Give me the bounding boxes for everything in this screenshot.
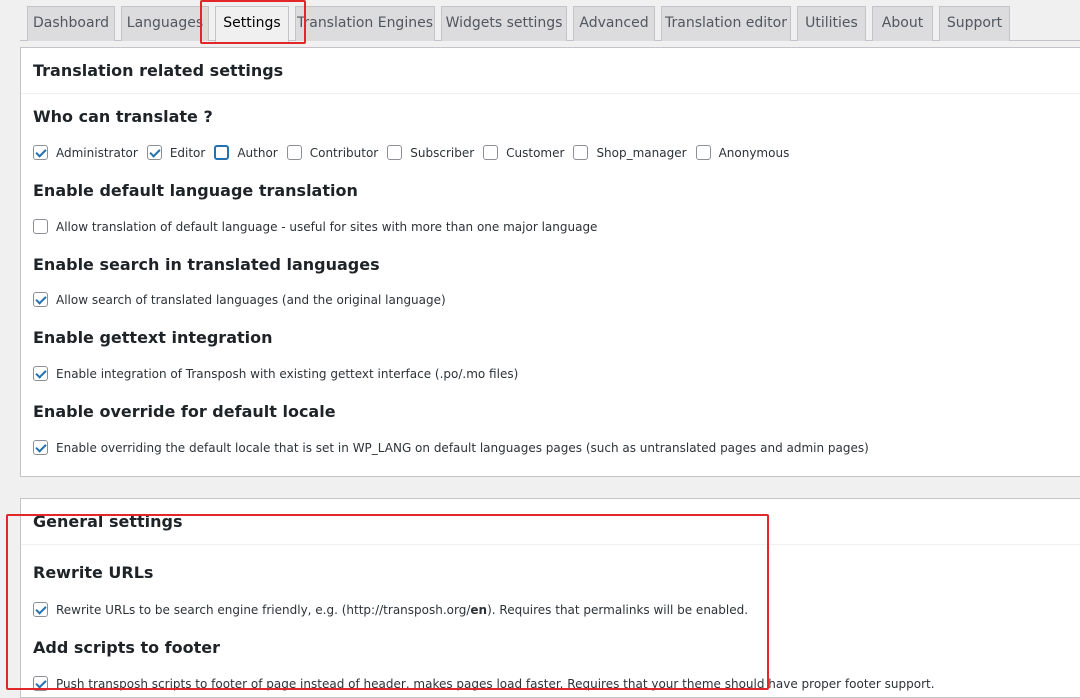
role-label: Subscriber [410, 145, 475, 160]
role-editor[interactable]: Editor [146, 145, 206, 160]
role-anonymous[interactable]: Anonymous [695, 145, 790, 160]
role-customer[interactable]: Customer [483, 145, 564, 160]
general-settings-highlight [6, 514, 769, 690]
checkbox-contributor[interactable] [286, 145, 302, 160]
tab-translation-engines[interactable]: Translation Engines [295, 6, 435, 41]
option-label: Allow translation of default language - … [56, 219, 598, 234]
roles-list: Administrator Editor Author Contributor … [33, 145, 798, 160]
locale-option[interactable]: Enable overriding the default locale tha… [33, 440, 869, 455]
tab-advanced[interactable]: Advanced [573, 6, 655, 41]
tab-utilities[interactable]: Utilities [797, 6, 866, 41]
role-subscriber[interactable]: Subscriber [387, 145, 474, 160]
tab-translation-editor[interactable]: Translation editor [661, 6, 791, 41]
default-language-checkbox[interactable] [33, 219, 48, 234]
panel-title: Translation related settings [21, 48, 1080, 94]
role-author[interactable]: Author [214, 145, 278, 160]
default-language-option[interactable]: Allow translation of default language - … [33, 219, 597, 234]
option-label: Allow search of translated languages (an… [56, 292, 446, 307]
tab-dashboard[interactable]: Dashboard [27, 6, 115, 41]
role-shop-manager[interactable]: Shop_manager [573, 145, 687, 160]
gettext-option[interactable]: Enable integration of Transposh with exi… [33, 366, 518, 381]
role-label: Shop_manager [596, 145, 687, 160]
checkbox-editor[interactable] [146, 145, 162, 160]
checkbox-customer[interactable] [483, 145, 499, 160]
checkbox-author[interactable] [214, 145, 230, 160]
option-label: Enable overriding the default locale tha… [56, 440, 869, 455]
default-language-title: Enable default language translation [33, 181, 358, 200]
tab-widgets-settings[interactable]: Widgets settings [441, 6, 567, 41]
checkbox-anonymous[interactable] [695, 145, 711, 160]
checkbox-administrator[interactable] [33, 145, 48, 160]
role-label: Editor [169, 145, 206, 160]
settings-tab-highlight [200, 0, 306, 44]
tab-support[interactable]: Support [939, 6, 1010, 41]
locale-checkbox[interactable] [33, 440, 48, 455]
role-label: Anonymous [718, 145, 790, 160]
search-checkbox[interactable] [33, 292, 48, 307]
locale-title: Enable override for default locale [33, 402, 336, 421]
who-can-translate-title: Who can translate ? [33, 107, 213, 126]
tab-about[interactable]: About [872, 6, 933, 41]
role-label: Contributor [309, 145, 379, 160]
role-label: Customer [506, 145, 565, 160]
role-label: Author [237, 145, 278, 160]
search-option[interactable]: Allow search of translated languages (an… [33, 292, 446, 307]
option-label: Enable integration of Transposh with exi… [56, 366, 519, 381]
role-label: Administrator [56, 145, 138, 160]
role-contributor[interactable]: Contributor [286, 145, 379, 160]
tab-languages[interactable]: Languages [121, 6, 209, 41]
gettext-title: Enable gettext integration [33, 328, 273, 347]
checkbox-shop-manager[interactable] [573, 145, 589, 160]
search-title: Enable search in translated languages [33, 255, 380, 274]
gettext-checkbox[interactable] [33, 366, 48, 381]
translation-settings-panel: Translation related settings Who can tra… [20, 47, 1080, 477]
role-administrator[interactable]: Administrator [33, 145, 138, 160]
checkbox-subscriber[interactable] [387, 145, 403, 160]
